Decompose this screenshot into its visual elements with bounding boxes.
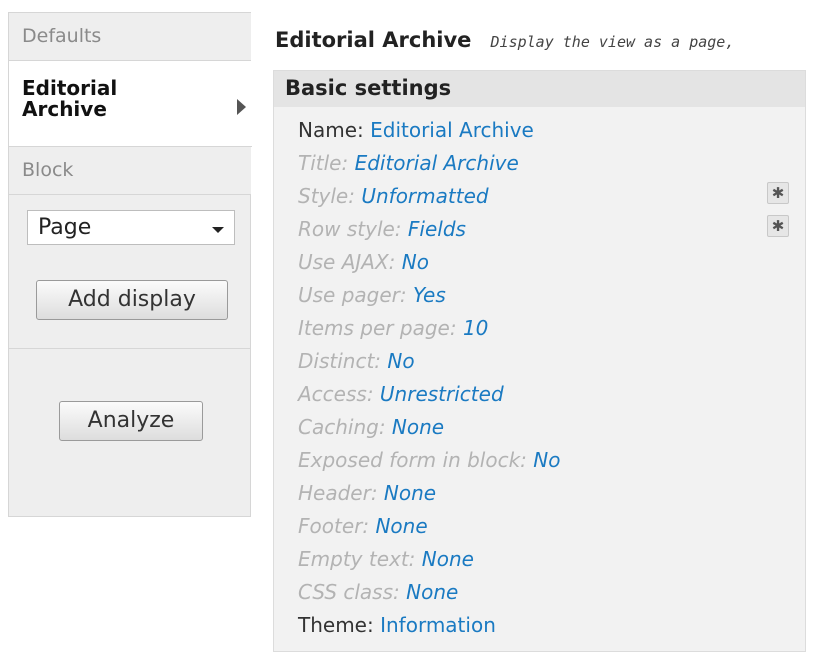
setting-distinct: Distinct: No [298,349,415,373]
tab-defaults-label: Defaults [22,25,102,47]
setting-label: CSS class: [298,580,400,604]
setting-label: Access: [298,382,374,406]
setting-items-per-page: Items per page: 10 [298,316,488,340]
analyze-button[interactable]: Analyze [59,401,203,441]
basic-settings-panel: Basic settings Name: Editorial Archive T… [273,70,806,652]
setting-use-pager: Use pager: Yes [298,283,446,307]
setting-row-style: Row style: Fields [298,217,466,241]
setting-value-link[interactable]: None [406,580,458,604]
setting-value-link[interactable]: No [402,250,429,274]
setting-caching: Caching: None [298,415,444,439]
setting-label: Style: [298,184,355,208]
setting-label: Title: [298,151,349,175]
setting-value-link[interactable]: 10 [463,316,488,340]
setting-access: Access: Unrestricted [298,382,504,406]
sidebar-divider [9,348,251,349]
display-type-value: Page [38,215,92,240]
setting-value-link[interactable]: None [422,547,474,571]
setting-empty-text: Empty text: None [298,547,474,571]
setting-value-link[interactable]: No [533,448,560,472]
setting-label: Footer: [298,514,370,538]
setting-value-link[interactable]: Unformatted [361,184,488,208]
setting-footer: Footer: None [298,514,428,538]
gear-icon[interactable]: ✱ [767,215,789,237]
setting-value-link[interactable]: None [392,415,444,439]
setting-title: Title: Editorial Archive [298,151,519,175]
setting-use-ajax: Use AJAX: No [298,250,429,274]
setting-value-link[interactable]: None [384,481,436,505]
setting-label: Empty text: [298,547,416,571]
setting-value-link[interactable]: Editorial Archive [370,118,534,142]
tab-block[interactable]: Block [9,147,251,195]
gear-icon[interactable]: ✱ [767,182,789,204]
tab-defaults[interactable]: Defaults [9,13,251,61]
setting-value-link[interactable]: None [375,514,427,538]
setting-theme: Theme: Information [298,613,496,637]
setting-value-link[interactable]: Information [380,613,496,637]
setting-label: Exposed form in block: [298,448,527,472]
basic-settings-title: Basic settings [274,71,805,107]
setting-label: Theme: [298,613,374,637]
page-title: Editorial Archive [275,28,472,52]
setting-value-link[interactable]: Fields [408,217,466,241]
view-description: Display the view as a page, [490,33,735,51]
add-display-button[interactable]: Add display [36,280,228,320]
view-header: Editorial Archive Display the view as a … [275,28,734,52]
setting-header: Header: None [298,481,436,505]
setting-label: Name: [298,118,364,142]
setting-exposed-form: Exposed form in block: No [298,448,560,472]
tab-block-label: Block [22,159,74,181]
tab-editorial-archive[interactable]: Editorial Archive [9,61,252,147]
setting-label: Caching: [298,415,386,439]
setting-css-class: CSS class: None [298,580,458,604]
tab-editorial-archive-label: Editorial Archive [22,76,118,121]
setting-label: Use AJAX: [298,250,396,274]
setting-value-link[interactable]: No [387,349,414,373]
setting-label: Distinct: [298,349,382,373]
setting-style: Style: Unformatted [298,184,489,208]
setting-name: Name: Editorial Archive [298,118,534,142]
setting-value-link[interactable]: Editorial Archive [355,151,519,175]
setting-value-link[interactable]: Yes [413,283,446,307]
display-type-select[interactable]: Page [27,210,235,245]
setting-label: Items per page: [298,316,457,340]
setting-label: Header: [298,481,378,505]
setting-label: Row style: [298,217,402,241]
setting-label: Use pager: [298,283,407,307]
setting-value-link[interactable]: Unrestricted [380,382,504,406]
arrow-right-icon [237,99,246,115]
chevron-down-icon [212,227,224,233]
display-sidebar: Defaults Editorial Archive Block Page Ad… [8,12,252,517]
